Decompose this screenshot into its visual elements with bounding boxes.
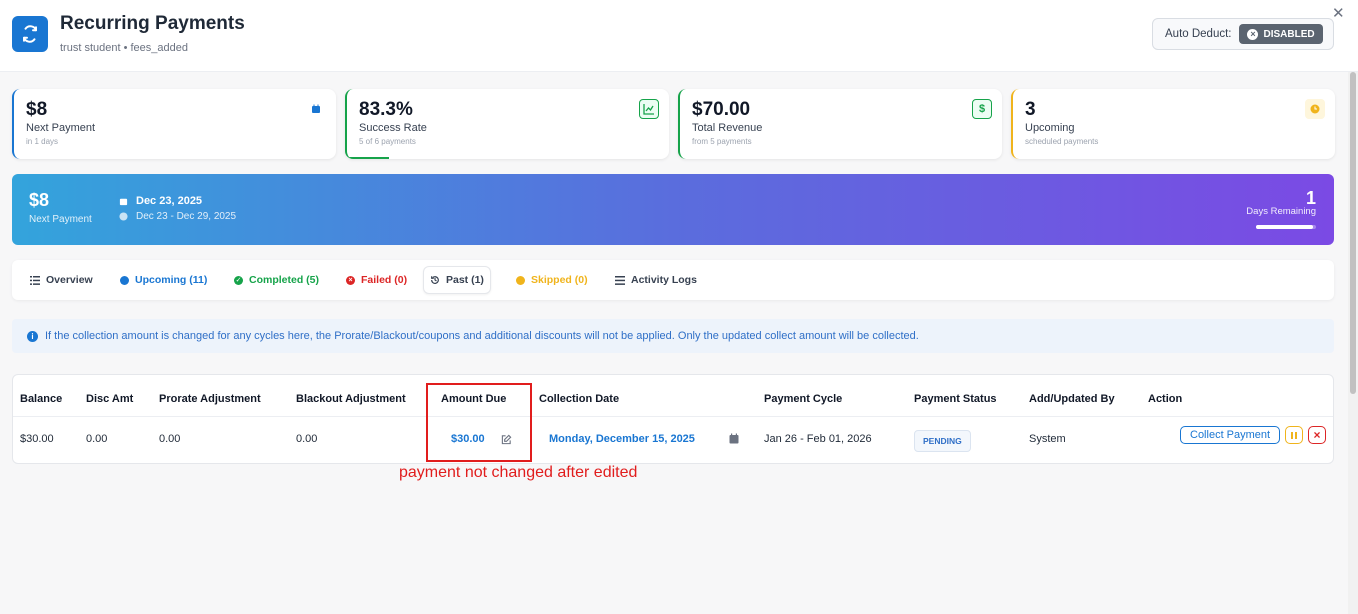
dollar-icon: $ [972, 99, 992, 119]
stat-card-upcoming: 3 Upcoming scheduled payments [1011, 89, 1335, 159]
collection-date-value[interactable]: Monday, December 15, 2025 [549, 433, 695, 445]
stat-card-total-revenue: $70.00 Total Revenue from 5 payments $ [678, 89, 1002, 159]
column-header: Blackout Adjustment [296, 393, 406, 405]
status-badge: PENDING [914, 430, 971, 452]
next-payment-banner: $8 Next Payment Dec 23, 2025 Dec 23 - De… [12, 174, 1334, 245]
stat-label: Next Payment [26, 122, 96, 134]
column-header: Payment Cycle [764, 393, 843, 405]
chart-line-icon [639, 99, 659, 119]
clock-icon [120, 275, 129, 285]
tab-completed[interactable]: ✓ Completed (5) [228, 266, 325, 294]
tab-skipped[interactable]: Skipped (0) [510, 266, 594, 294]
scrollbar[interactable] [1348, 72, 1358, 614]
tab-label: Skipped (0) [531, 274, 588, 286]
info-icon: i [27, 330, 38, 342]
auto-deduct-status: DISABLED [1263, 28, 1315, 40]
pause-icon [1291, 431, 1293, 439]
banner-date-row: Dec 23, 2025 [119, 195, 202, 207]
history-icon [431, 276, 439, 284]
annotation-highlight-box [426, 383, 532, 462]
clock-icon [119, 212, 128, 221]
stat-sub: from 5 payments [692, 137, 752, 146]
column-header: Payment Status [914, 393, 997, 405]
days-progress-track [1256, 225, 1316, 229]
tab-label: Overview [46, 274, 93, 286]
tab-bar: Overview Upcoming (11) ✓ Completed (5) ×… [12, 260, 1334, 300]
column-header: Collection Date [539, 393, 620, 405]
cell-updated-by: System [1029, 433, 1066, 445]
x-circle-icon: × [346, 275, 355, 285]
column-header: Prorate Adjustment [159, 393, 261, 405]
check-circle-icon: ✓ [234, 275, 243, 285]
column-header: Action [1148, 393, 1183, 405]
header-divider [13, 416, 1333, 417]
stat-value: 83.3% [359, 99, 413, 120]
tab-label: Upcoming (11) [135, 274, 208, 286]
tab-upcoming[interactable]: Upcoming (11) [114, 266, 213, 294]
column-header: Add/Updated By [1029, 393, 1115, 405]
auto-deduct-toggle[interactable]: Auto Deduct: × DISABLED [1152, 18, 1334, 50]
recurring-icon [12, 16, 48, 52]
calendar-icon[interactable] [729, 433, 739, 444]
banner-date-range: Dec 23 - Dec 29, 2025 [136, 211, 237, 222]
tab-overview[interactable]: Overview [24, 266, 99, 294]
auto-deduct-label: Auto Deduct: [1165, 28, 1232, 40]
modal-body: $8 Next Payment in 1 days 83.3% Success … [0, 72, 1348, 614]
success-rate-bar [347, 157, 389, 159]
auto-deduct-status-badge[interactable]: × DISABLED [1239, 24, 1323, 44]
stat-label: Upcoming [1025, 122, 1075, 134]
payments-table: Balance Disc Amt Prorate Adjustment Blac… [12, 374, 1334, 464]
scrollbar-thumb[interactable] [1350, 72, 1356, 394]
stat-sub: in 1 days [26, 137, 59, 146]
banner-range-row: Dec 23 - Dec 29, 2025 [119, 211, 236, 222]
banner-amount: $8 [29, 190, 50, 210]
stat-label: Total Revenue [692, 122, 763, 134]
tab-label: Failed (0) [361, 274, 408, 286]
delete-button[interactable]: × [1308, 426, 1326, 444]
list-icon [30, 275, 40, 285]
column-header: Disc Amt [86, 393, 134, 405]
stat-sub: scheduled payments [1025, 137, 1099, 146]
days-progress-fill [1256, 225, 1313, 229]
list-icon [615, 275, 625, 285]
stat-value: $8 [26, 99, 48, 120]
skip-icon [516, 275, 525, 285]
cell-payment-cycle: Jan 26 - Feb 01, 2026 [764, 433, 872, 445]
stat-card-next-payment: $8 Next Payment in 1 days [12, 89, 336, 159]
x-circle-icon: × [1247, 28, 1259, 40]
collect-payment-button[interactable]: Collect Payment [1180, 426, 1281, 444]
pause-icon-bar [1295, 431, 1297, 439]
close-icon[interactable]: ✕ [1332, 4, 1345, 22]
tab-activity-logs[interactable]: Activity Logs [609, 266, 703, 294]
page-subtitle: trust student • fees_added [60, 42, 188, 54]
pause-button[interactable] [1285, 426, 1303, 444]
calendar-icon [119, 198, 128, 205]
info-notice: i If the collection amount is changed fo… [12, 319, 1334, 353]
banner-date: Dec 23, 2025 [136, 195, 203, 207]
tab-label: Activity Logs [631, 274, 697, 286]
tab-past[interactable]: Past (1) [423, 266, 491, 294]
info-text: If the collection amount is changed for … [45, 330, 919, 342]
tab-label: Past (1) [446, 274, 484, 286]
banner-amount-label: Next Payment [29, 214, 92, 225]
stat-value: 3 [1025, 99, 1036, 120]
clock-icon [1305, 99, 1325, 119]
cell-blackout: 0.00 [296, 433, 318, 445]
stat-value: $70.00 [692, 99, 751, 120]
calendar-icon [306, 99, 326, 119]
stat-card-success-rate: 83.3% Success Rate 5 of 6 payments [345, 89, 669, 159]
cell-collection-date: Monday, December 15, 2025 [549, 433, 695, 445]
tab-failed[interactable]: × Failed (0) [340, 266, 413, 294]
annotation-text: payment not changed after edited [399, 464, 638, 481]
cell-prorate: 0.00 [159, 433, 181, 445]
stat-sub: 5 of 6 payments [359, 137, 416, 146]
days-remaining-label: Days Remaining [1246, 206, 1316, 217]
cell-balance: $30.00 [20, 433, 54, 445]
column-header: Balance [20, 393, 63, 405]
modal-header: Recurring Payments trust student • fees_… [0, 0, 1358, 72]
cell-disc-amt: 0.00 [86, 433, 108, 445]
stat-label: Success Rate [359, 122, 427, 134]
page-title: Recurring Payments [60, 13, 245, 34]
tab-label: Completed (5) [249, 274, 320, 286]
